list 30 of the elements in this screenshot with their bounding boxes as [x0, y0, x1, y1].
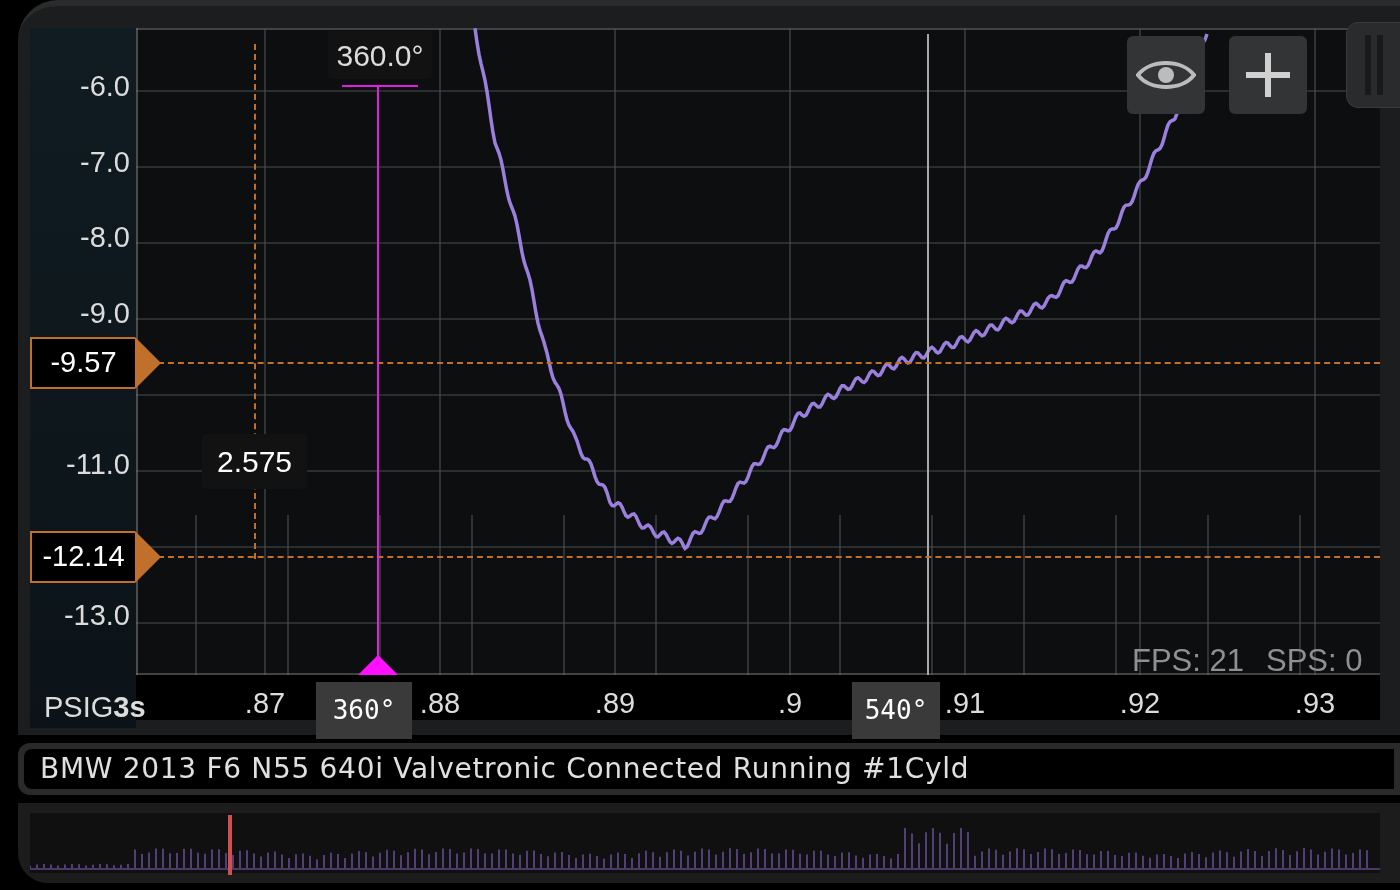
- cursor-value-label: -9.57: [30, 337, 135, 389]
- side-drawer-handle[interactable]: [1346, 22, 1400, 108]
- phase-marker-label: 360°: [316, 682, 412, 739]
- axis-unit-label: PSIG3s: [44, 690, 146, 725]
- cursor-arrow-icon: [135, 337, 161, 389]
- stats-text: FPS: 21: [1132, 642, 1244, 680]
- x-axis-label: .89: [593, 686, 637, 720]
- x-axis-label: .92: [1118, 686, 1162, 720]
- y-axis-label: -7.0: [79, 144, 130, 179]
- plus-icon: [1244, 51, 1292, 99]
- x-axis-label: .87: [243, 686, 287, 720]
- overview-position-marker: [228, 815, 232, 875]
- add-button[interactable]: [1229, 36, 1307, 114]
- y-axis-label: -13.0: [62, 597, 130, 632]
- stats-text: SPS: 0: [1266, 642, 1363, 680]
- x-axis-label: .91: [943, 686, 987, 720]
- x-axis-label: .88: [418, 686, 462, 720]
- phase-marker-label: 540°: [852, 682, 940, 739]
- y-axis-label: -11.0: [65, 446, 130, 481]
- session-title: BMW 2013 F6 N55 640i Valvetronic Connected Running #1Cyld: [24, 749, 1394, 789]
- x-axis-label: .9: [776, 686, 804, 720]
- y-axis-label: -9.0: [79, 295, 130, 330]
- visibility-button[interactable]: [1127, 36, 1205, 114]
- phase-value-label: 360.0°: [328, 31, 432, 79]
- delta-value-label: 2.575: [202, 434, 307, 489]
- y-axis-label: -8.0: [79, 220, 130, 254]
- y-axis-label: -6.0: [79, 69, 130, 103]
- cursor-arrow-icon: [135, 531, 161, 583]
- cursor-value-label: -12.14: [30, 531, 135, 583]
- x-axis-label: .93: [1293, 686, 1337, 720]
